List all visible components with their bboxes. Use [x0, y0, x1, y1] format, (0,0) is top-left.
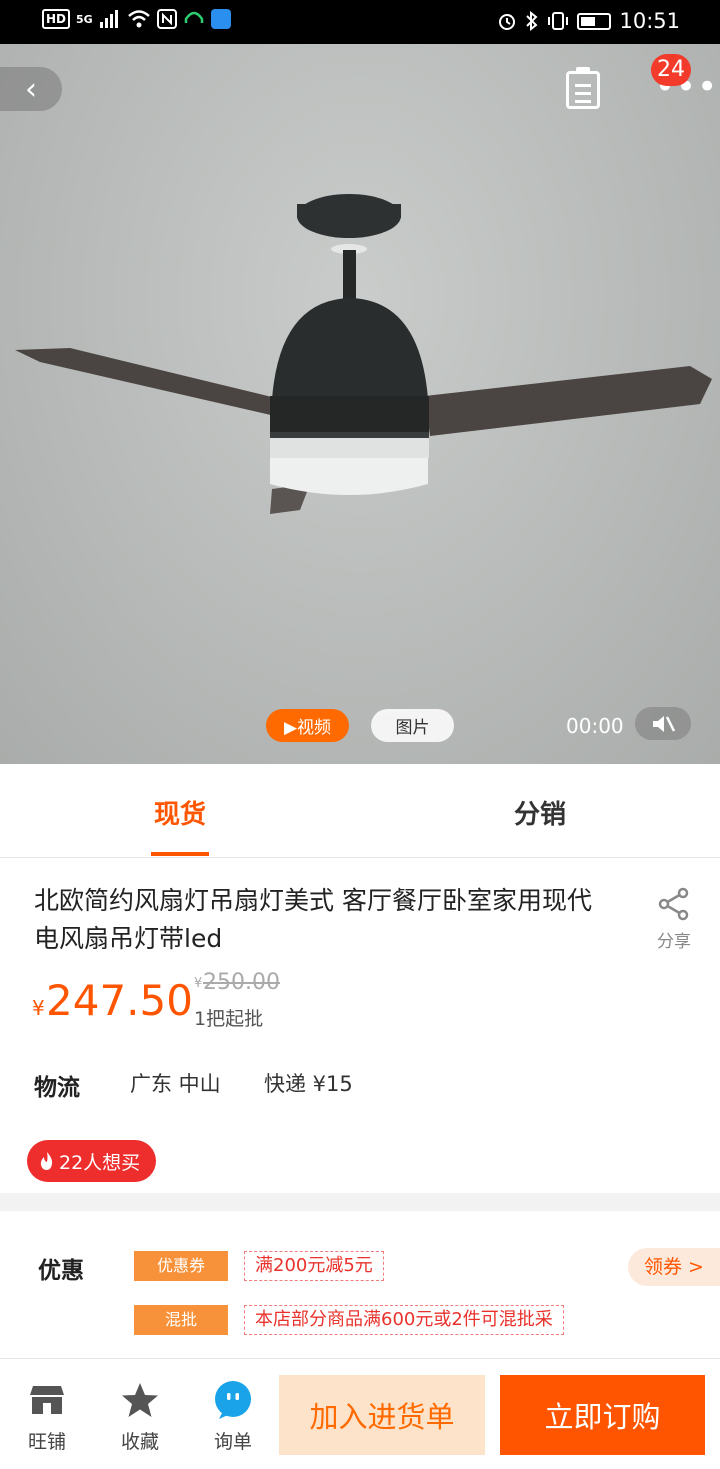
bluetooth-icon — [526, 11, 538, 31]
product-media[interactable]: ‹ ••• 24 ▶视频 图片 00:00 — [0, 44, 720, 764]
product-info: 北欧简约风扇灯吊扇灯美式 客厅餐厅卧室家用现代电风扇吊灯带led 分享 ¥ 24… — [0, 858, 720, 1193]
flame-icon — [40, 1152, 53, 1170]
shipping-label: 物流 — [34, 1075, 80, 1101]
inquiry-label: 询单 — [213, 1431, 252, 1453]
notification-badge: 24 — [651, 54, 691, 86]
chevron-left-icon: ‹ — [25, 71, 37, 107]
price: 247.50 — [46, 976, 193, 1025]
mute-button[interactable] — [635, 707, 691, 740]
chat-bubble-icon — [215, 1381, 251, 1419]
inquiry-button[interactable]: 询单 — [198, 1379, 268, 1454]
price-currency: ¥ — [32, 996, 45, 1020]
mixed-batch-description: 本店部分商品满600元或2件可混批采 — [244, 1305, 564, 1335]
share-icon — [658, 887, 689, 921]
shop-button[interactable]: 旺铺 — [12, 1379, 82, 1454]
bottom-action-bar: 旺铺 收藏 询单 加入进货单 立即订购 — [0, 1358, 720, 1469]
purchase-list-icon[interactable] — [566, 67, 600, 109]
network-type: 5G — [76, 12, 93, 26]
tab-distribution[interactable]: 分销 — [490, 794, 590, 831]
shop-label: 旺铺 — [27, 1431, 66, 1453]
promotions-label: 优惠 — [38, 1258, 84, 1284]
product-image — [15, 194, 712, 514]
promotions-section: 优惠 优惠券 满200元减5元 混批 本店部分商品满600元或2件可混批采 领券… — [0, 1211, 720, 1358]
alarm-icon — [499, 14, 516, 30]
min-order-quantity: 1把起批 — [194, 1008, 264, 1030]
star-icon — [122, 1383, 158, 1417]
product-title: 北欧简约风扇灯吊扇灯美式 客厅餐厅卧室家用现代电风扇吊灯带led — [34, 886, 592, 953]
vibrate-icon — [548, 12, 569, 30]
active-tab-indicator — [151, 852, 209, 856]
battery-icon — [577, 12, 612, 30]
shipping-fee: 快递 ¥15 — [264, 1072, 353, 1096]
wifi-icon — [127, 10, 150, 28]
want-count-text: 22人想买 — [59, 1151, 141, 1174]
offer-type-tabs: 现货 分销 — [0, 764, 720, 858]
status-bar: HD 5G 10:51 — [0, 0, 720, 44]
headset-icon — [184, 11, 203, 23]
video-toggle-button[interactable]: ▶视频 — [266, 709, 349, 742]
back-button[interactable]: ‹ — [0, 67, 62, 111]
favorite-button[interactable]: 收藏 — [105, 1379, 175, 1454]
speaker-muted-icon — [653, 715, 676, 732]
nfc-icon — [156, 9, 177, 29]
video-timestamp: 00:00 — [566, 714, 624, 738]
shipping-origin: 广东 中山 — [130, 1072, 221, 1096]
original-price-currency: ¥ — [194, 976, 203, 991]
mixed-batch-tag: 混批 — [134, 1305, 228, 1335]
signal-icon — [99, 10, 118, 28]
want-count-badge: 22人想买 — [27, 1140, 157, 1182]
app-notification-icon — [210, 9, 231, 29]
favorite-label: 收藏 — [120, 1431, 159, 1453]
tab-in-stock[interactable]: 现货 — [130, 794, 230, 831]
claim-coupon-button[interactable]: 领券 > — [628, 1248, 720, 1286]
coupon-description: 满200元减5元 — [244, 1251, 384, 1281]
add-to-purchase-list-button[interactable]: 加入进货单 — [279, 1375, 485, 1455]
share-label: 分享 — [657, 932, 691, 952]
photo-toggle-button[interactable]: 图片 — [371, 709, 454, 742]
store-icon — [30, 1386, 64, 1414]
clock: 10:51 — [619, 9, 680, 33]
share-button[interactable]: 分享 — [652, 886, 696, 952]
coupon-tag: 优惠券 — [134, 1251, 228, 1281]
original-price: 250.00 — [203, 970, 280, 995]
order-now-button[interactable]: 立即订购 — [500, 1375, 705, 1455]
hd-badge: HD — [42, 9, 71, 29]
